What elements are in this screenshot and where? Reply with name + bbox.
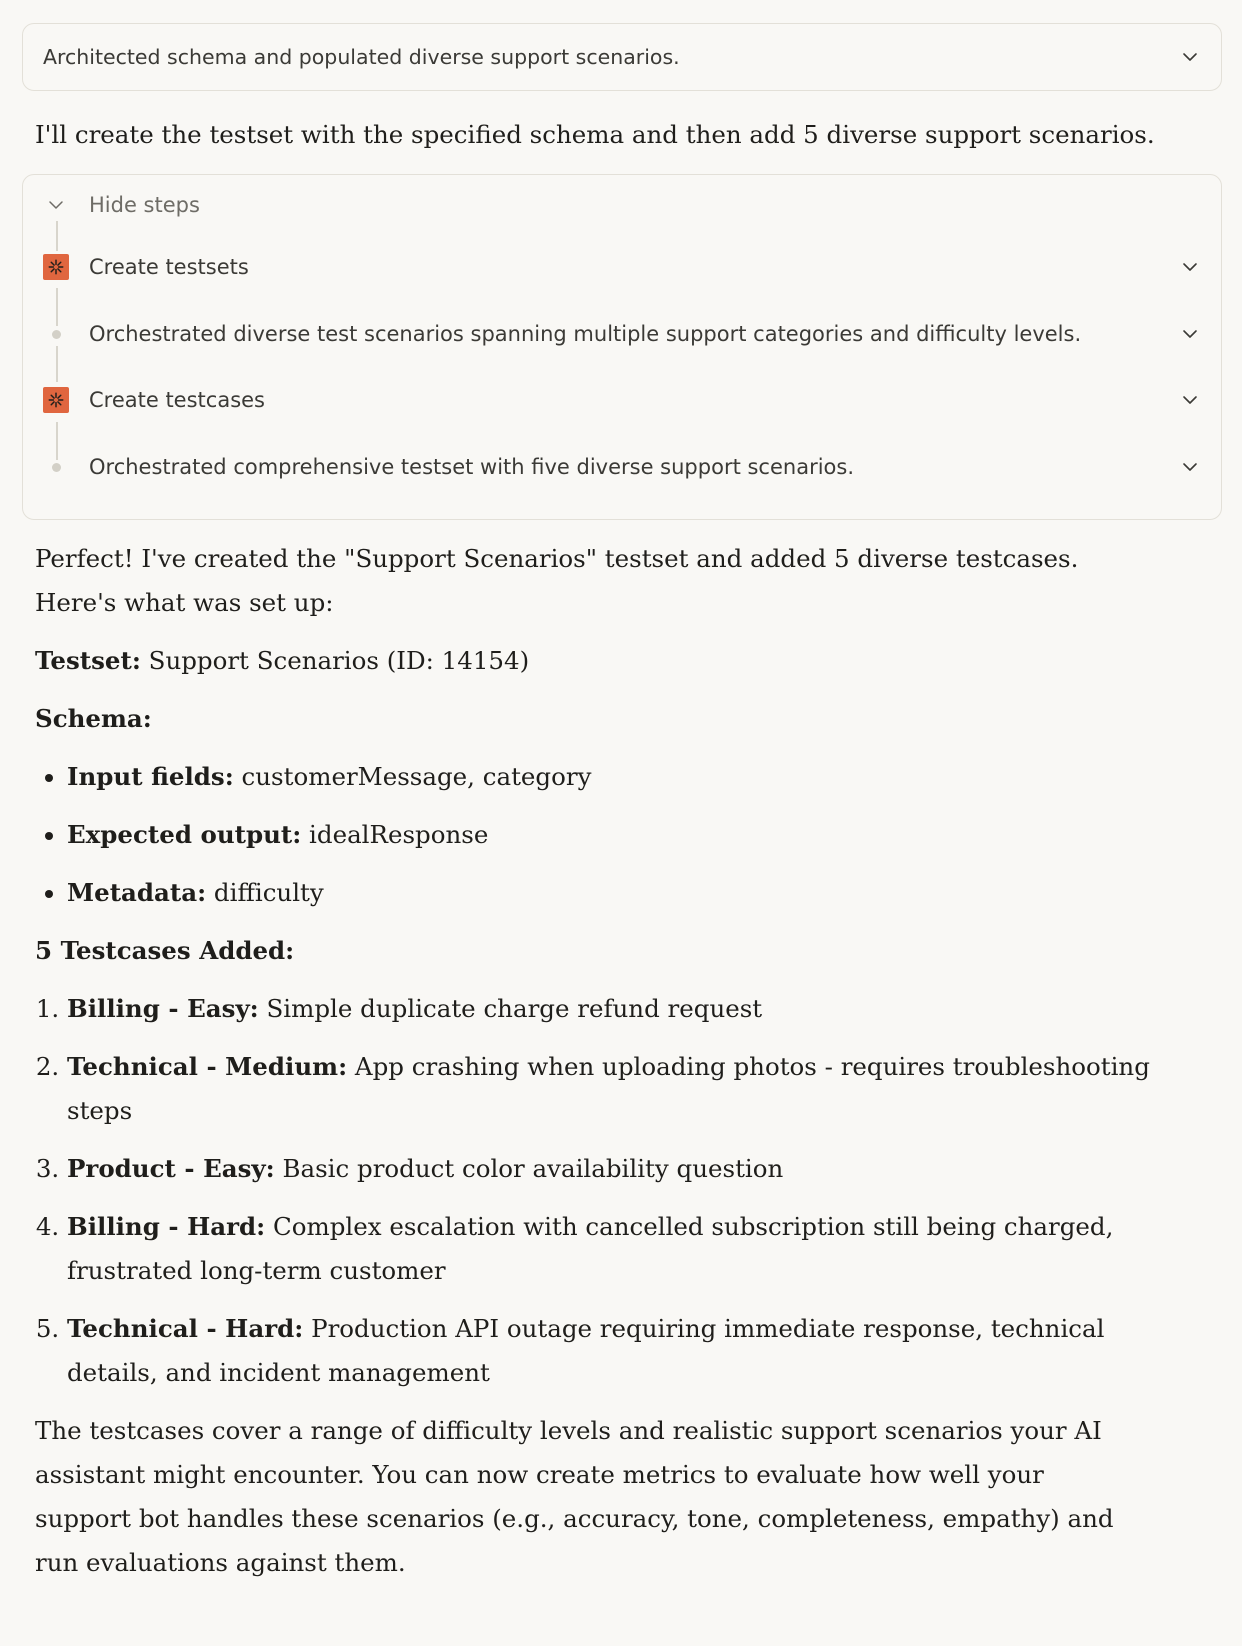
dot-icon bbox=[51, 462, 61, 472]
list-item: Metadata: difficulty bbox=[67, 871, 1222, 915]
schema-heading: Schema: bbox=[35, 697, 1222, 741]
chevron-down-icon[interactable] bbox=[1179, 256, 1201, 278]
response-opening: Perfect! I've created the "Support Scena… bbox=[35, 544, 1079, 617]
list-item: Input fields: customerMessage, category bbox=[67, 755, 1222, 799]
step-thought-1[interactable]: Orchestrated diverse test scenarios span… bbox=[23, 314, 1221, 354]
intro-text: I'll create the testset with the specifi… bbox=[35, 120, 1155, 149]
list-item: Technical - Hard: Production API outage … bbox=[67, 1307, 1167, 1395]
testcases-heading-text: 5 Testcases Added: bbox=[35, 936, 295, 965]
thinking-summary-text: Architected schema and populated diverse… bbox=[43, 45, 680, 69]
step-create-testcases[interactable]: Create testcases bbox=[23, 380, 1221, 420]
list-item: Billing - Easy: Simple duplicate charge … bbox=[67, 987, 1167, 1031]
hide-steps-label: Hide steps bbox=[89, 193, 200, 217]
step-thought-2[interactable]: Orchestrated comprehensive testset with … bbox=[23, 447, 1221, 487]
item-label: Metadata: bbox=[67, 878, 207, 907]
dot-icon bbox=[51, 329, 61, 339]
item-label: Billing - Easy: bbox=[67, 994, 259, 1023]
list-item: Billing - Hard: Complex escalation with … bbox=[67, 1205, 1167, 1293]
item-label: Billing - Hard: bbox=[67, 1212, 266, 1241]
testcases-heading: 5 Testcases Added: bbox=[35, 929, 1222, 973]
step-label: Orchestrated comprehensive testset with … bbox=[89, 455, 855, 479]
schema-heading-text: Schema: bbox=[35, 704, 152, 733]
chevron-down-icon[interactable] bbox=[1179, 389, 1201, 411]
chevron-down-icon[interactable] bbox=[1179, 46, 1201, 68]
chevron-down-icon[interactable] bbox=[1179, 456, 1201, 478]
tool-asterisk-icon bbox=[43, 387, 69, 413]
item-label: Technical - Medium: bbox=[67, 1052, 348, 1081]
step-marker bbox=[43, 254, 69, 280]
item-value: idealResponse bbox=[301, 820, 489, 849]
tool-asterisk-icon bbox=[43, 254, 69, 280]
step-label: Create testsets bbox=[89, 255, 249, 279]
item-value: difficulty bbox=[206, 878, 324, 907]
step-marker bbox=[43, 321, 69, 347]
testset-label: Testset: bbox=[35, 646, 141, 675]
chevron-down-icon[interactable] bbox=[1179, 323, 1201, 345]
thinking-summary-bar[interactable]: Architected schema and populated diverse… bbox=[22, 23, 1222, 91]
step-label: Create testcases bbox=[89, 388, 265, 412]
list-item: Product - Easy: Basic product color avai… bbox=[67, 1147, 1167, 1191]
hide-steps-toggle[interactable]: Hide steps bbox=[23, 185, 1221, 225]
item-label: Input fields: bbox=[67, 762, 234, 791]
step-marker bbox=[43, 454, 69, 480]
steps-panel: Hide steps Create testsets Orchestrated … bbox=[22, 174, 1222, 520]
step-create-testsets[interactable]: Create testsets bbox=[23, 247, 1221, 287]
item-value: customerMessage, category bbox=[233, 762, 592, 791]
step-marker bbox=[43, 387, 69, 413]
response-body: Perfect! I've created the "Support Scena… bbox=[35, 537, 1222, 1585]
testset-line: Testset: Support Scenarios (ID: 14154) bbox=[35, 639, 1222, 683]
response-closing: The testcases cover a range of difficult… bbox=[35, 1416, 1114, 1577]
item-label: Technical - Hard: bbox=[67, 1314, 304, 1343]
item-value: Simple duplicate charge refund request bbox=[258, 994, 763, 1023]
chat-message: Architected schema and populated diverse… bbox=[22, 23, 1222, 1585]
chevron-down-icon[interactable] bbox=[43, 192, 69, 218]
testset-value: Support Scenarios (ID: 14154) bbox=[140, 646, 530, 675]
item-value: Basic product color availability questio… bbox=[274, 1154, 784, 1183]
testcases-list: Billing - Easy: Simple duplicate charge … bbox=[35, 987, 1167, 1395]
step-label: Orchestrated diverse test scenarios span… bbox=[89, 322, 1082, 346]
schema-list: Input fields: customerMessage, category … bbox=[35, 755, 1222, 915]
list-item: Expected output: idealResponse bbox=[67, 813, 1222, 857]
list-item: Technical - Medium: App crashing when up… bbox=[67, 1045, 1167, 1133]
item-label: Product - Easy: bbox=[67, 1154, 275, 1183]
item-label: Expected output: bbox=[67, 820, 302, 849]
